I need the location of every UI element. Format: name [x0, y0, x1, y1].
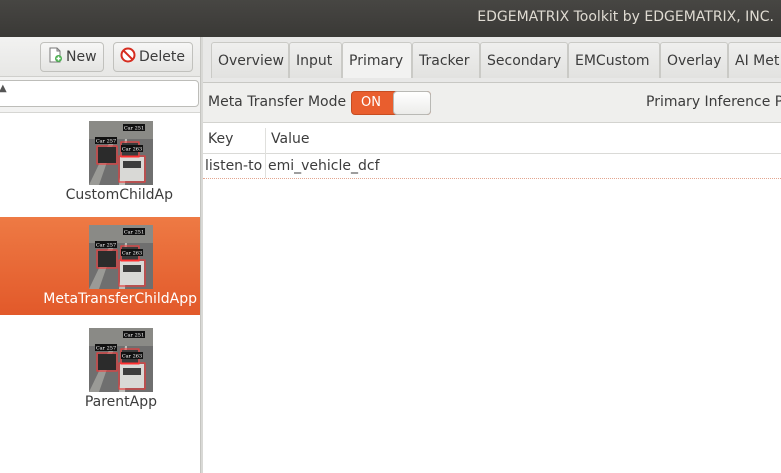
tab-tracker[interactable]: Tracker	[412, 42, 480, 78]
svg-text:Car 263: Car 263	[122, 147, 142, 153]
app-name: ParentApp	[84, 394, 157, 410]
svg-text:Car 251: Car 251	[124, 230, 144, 236]
primary-inference-label: Primary Inference Pr	[646, 94, 781, 110]
svg-text:Car 257: Car 257	[96, 346, 116, 352]
tab-overview[interactable]: Overview	[211, 42, 289, 78]
column-header-key[interactable]: Key	[208, 131, 233, 147]
table-row[interactable]: listen-to emi_vehicle_dcf	[203, 155, 781, 179]
svg-text:Car 257: Car 257	[96, 139, 116, 145]
column-header-value[interactable]: Value	[271, 131, 309, 147]
tab-primary[interactable]: Primary	[342, 42, 412, 78]
tab-emcustom[interactable]: EMCustom	[568, 42, 660, 78]
app-thumbnail: Car 251 Car 257 Car 263	[89, 328, 153, 392]
app-list: Car 251 Car 257 Car 263 CustomChildAp Ca…	[0, 113, 200, 473]
tab-bar: Overview Input Primary Tracker Secondary…	[203, 37, 781, 83]
window-title: EDGEMATRIX Toolkit by EDGEMATRIX, INC.	[477, 9, 774, 25]
delete-button[interactable]: Delete	[113, 42, 193, 72]
search-bar: ▲	[0, 77, 200, 113]
meta-transfer-mode-label: Meta Transfer Mode	[208, 94, 347, 110]
search-input[interactable]: ▲	[0, 80, 199, 107]
app-thumbnail: Car 251 Car 257 Car 263	[89, 121, 153, 185]
svg-text:Car 263: Car 263	[122, 251, 142, 257]
new-file-icon	[47, 47, 63, 67]
no-entry-icon	[120, 47, 136, 67]
new-button-label: New	[66, 49, 97, 65]
app-list-item[interactable]: Car 251 Car 257 Car 263 CustomChildAp	[0, 113, 200, 211]
app-thumbnail: Car 251 Car 257 Car 263	[89, 225, 153, 289]
detail-pane: Overview Input Primary Tracker Secondary…	[203, 37, 781, 473]
switch-knob[interactable]	[393, 91, 431, 115]
switch-state-label: ON	[361, 95, 381, 110]
tab-secondary[interactable]: Secondary	[480, 42, 568, 78]
tab-input[interactable]: Input	[289, 42, 342, 78]
new-button[interactable]: New	[40, 42, 104, 72]
list-toolbar: New Delete	[0, 37, 200, 77]
tab-ai-metadata[interactable]: AI Met	[728, 42, 781, 78]
mode-bar: Meta Transfer Mode ON Primary Inference …	[203, 83, 781, 123]
svg-text:Car 251: Car 251	[124, 333, 144, 339]
app-list-item[interactable]: Car 251 Car 257 Car 263 MetaTransferChil…	[0, 217, 200, 315]
row-key-cell[interactable]: listen-to	[205, 158, 262, 174]
app-list-item[interactable]: Car 251 Car 257 Car 263 ParentApp	[0, 320, 200, 418]
svg-text:Car 263: Car 263	[122, 354, 142, 360]
tab-overlay[interactable]: Overlay	[660, 42, 728, 78]
svg-text:Car 257: Car 257	[96, 243, 116, 249]
table-header: Key Value	[203, 128, 781, 154]
app-name: MetaTransferChildApp	[43, 291, 197, 307]
svg-text:Car 251: Car 251	[124, 126, 144, 132]
row-value-cell[interactable]: emi_vehicle_dcf	[268, 158, 380, 174]
key-value-table: Key Value listen-to emi_vehicle_dcf	[203, 123, 781, 473]
delete-button-label: Delete	[139, 49, 185, 65]
meta-transfer-mode-switch[interactable]: ON	[351, 91, 431, 115]
title-bar: EDGEMATRIX Toolkit by EDGEMATRIX, INC.	[0, 0, 781, 37]
app-name: CustomChildAp	[65, 187, 173, 203]
app-list-pane: New Delete ▲ Car 251 Car 257 Car 263 Cus…	[0, 37, 200, 473]
scroll-up-icon: ▲	[0, 83, 7, 94]
